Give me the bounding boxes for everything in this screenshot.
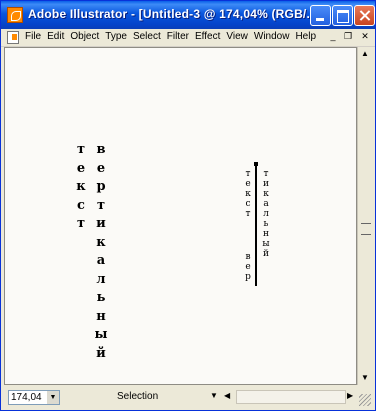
menu-effect[interactable]: Effect [195,31,220,42]
menu-object[interactable]: Object [70,31,99,42]
zoom-dropdown-arrow-icon[interactable]: ▼ [47,391,59,404]
glyph: и [263,179,269,189]
menu-select[interactable]: Select [133,31,161,42]
artboard-canvas[interactable]: т е к с т в е р т и к а л ь н ы й т е к … [4,47,357,385]
glyph: ь [96,290,106,305]
glyph: а [96,253,106,268]
menu-edit[interactable]: Edit [47,31,64,42]
glyph: р [245,272,251,282]
glyph: е [76,160,86,176]
zoom-value: 174,04 [11,392,42,403]
glyph: е [245,179,251,189]
glyph: н [96,308,106,324]
glyph: ы [262,239,270,249]
scroll-up-arrow-icon[interactable]: ▲ [358,47,372,61]
text-anchor-point[interactable] [254,162,258,166]
doc-close-icon[interactable]: ✕ [360,31,370,41]
vertical-text-large-col1: т е к с т [74,141,88,234]
glyph: с [245,199,251,209]
glyph: в [96,142,106,157]
menu-view[interactable]: View [226,31,248,42]
glyph: л [263,209,269,219]
scroll-down-arrow-icon[interactable]: ▼ [358,371,372,385]
vertical-text-small-col1: т е к с т [241,169,255,219]
maximize-button[interactable] [332,5,353,26]
glyph: к [96,234,106,250]
document-icon[interactable] [7,31,19,44]
menu-bar: File Edit Object Type Select Filter Effe… [1,29,375,47]
resize-grip-icon[interactable] [359,394,371,406]
glyph: ы [94,327,108,342]
status-menu-arrow-icon[interactable]: ▼ [210,391,218,400]
scroll-left-arrow-icon[interactable]: ◀ [224,391,230,400]
glyph: а [263,199,269,209]
glyph: е [96,160,106,176]
zoom-level-field[interactable]: 174,04 ▼ [8,390,60,405]
glyph: е [245,262,251,272]
glyph: ь [263,219,269,229]
minimize-button[interactable] [310,5,331,26]
menu-filter[interactable]: Filter [167,31,189,42]
illustrator-app-icon[interactable] [7,7,23,23]
menu-type[interactable]: Type [105,31,127,42]
scroll-right-arrow-icon[interactable]: ▶ [347,391,353,400]
vertical-scrollbar[interactable]: ▲ ▼ [357,47,373,385]
illustrator-window: Adobe Illustrator - [Untitled-3 @ 174,04… [0,0,376,411]
glyph: и [96,216,106,231]
glyph: н [263,229,269,239]
glyph: т [263,169,269,179]
glyph: в [245,252,251,262]
glyph: т [245,169,251,179]
doc-restore-icon[interactable]: ❐ [343,31,353,41]
glyph: т [245,209,251,219]
title-bar[interactable]: Adobe Illustrator - [Untitled-3 @ 174,04… [1,1,375,29]
status-tool-label: Selection [117,391,159,402]
glyph: к [263,189,269,199]
glyph: т [76,142,86,157]
text-cursor-line [255,164,257,286]
menu-items: File Edit Object Type Select Filter Effe… [25,31,322,42]
glyph: к [245,189,251,199]
glyph: с [77,197,85,213]
menu-window[interactable]: Window [254,31,290,42]
glyph: й [96,345,106,361]
close-button[interactable] [354,5,375,26]
doc-minimize-icon[interactable]: _ [328,31,338,41]
vertical-text-small-col3: т и к а л ь н ы й [259,169,273,259]
window-title: Adobe Illustrator - [Untitled-3 @ 174,04… [28,7,318,21]
glyph: т [76,216,86,231]
vertical-text-large-col2: в е р т и к а л ь н ы й [94,141,108,363]
glyph: р [96,179,106,194]
glyph: к [76,179,86,194]
menu-file[interactable]: File [25,31,41,42]
glyph: л [96,271,106,287]
status-bar: 174,04 ▼ Selection ▼ ◀ ▶ [4,387,373,408]
vertical-text-small-col2: в е р [241,252,255,282]
scroll-thumb-grip[interactable] [361,223,371,235]
menu-help[interactable]: Help [295,31,316,42]
horizontal-scrollbar[interactable] [236,390,346,404]
glyph: й [263,249,269,259]
glyph: т [96,197,106,213]
